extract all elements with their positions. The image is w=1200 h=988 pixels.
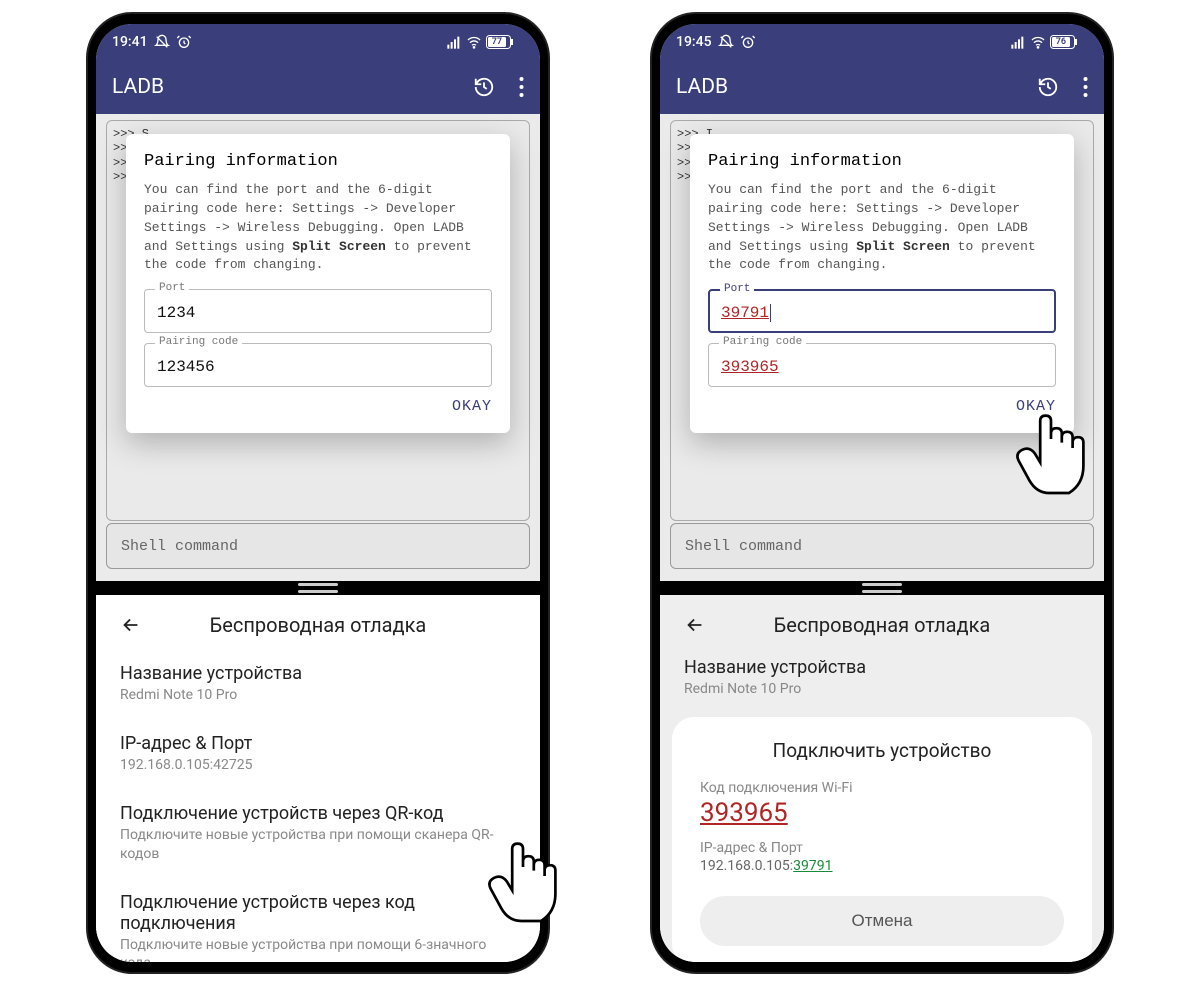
- pairing-dialog: Pairing information You can find the por…: [690, 134, 1074, 433]
- pairing-dialog: Pairing information You can find the por…: [126, 134, 510, 433]
- screen-left: 19:41 77 LADB >>> S: [96, 24, 540, 962]
- signal-icon: [446, 34, 462, 50]
- ip-port-label: IP-адрес & Порт: [120, 733, 516, 754]
- shell-command-input[interactable]: Shell command: [670, 523, 1094, 569]
- wifi-icon: [466, 34, 482, 50]
- port-label: Port: [720, 283, 754, 295]
- settings-panel: Беспроводная отладка Название устройства…: [660, 595, 1104, 962]
- pair-code-item[interactable]: Подключение устройств через код подключе…: [96, 878, 540, 962]
- signal-icon: [1010, 34, 1026, 50]
- pair-code-sub: Подключите новые устройства при помощи 6…: [120, 936, 516, 962]
- ip-port-label: IP-адрес & Порт: [700, 840, 1064, 856]
- settings-title: Беспроводная отладка: [684, 613, 1080, 637]
- dialog-body: You can find the port and the 6-digit pa…: [144, 181, 492, 275]
- connect-title: Подключить устройство: [700, 739, 1064, 762]
- app-title: LADB: [112, 75, 164, 99]
- pair-qr-sub: Подключите новые устройства при помощи с…: [120, 826, 516, 864]
- pairing-code-input[interactable]: 123456: [157, 358, 479, 376]
- device-name-label: Название устройства: [684, 657, 1080, 678]
- pairing-code-fieldset: Pairing code 123456: [144, 343, 492, 387]
- shell-placeholder: Shell command: [121, 538, 238, 555]
- history-icon[interactable]: [1037, 76, 1059, 98]
- settings-panel: Беспроводная отладка Название устройства…: [96, 595, 540, 962]
- ladb-panel: >>> S >>> I >>> V >>> I Shell command Pa…: [96, 114, 540, 581]
- cancel-button[interactable]: Отмена: [700, 896, 1064, 946]
- app-bar: LADB: [660, 60, 1104, 114]
- split-screen-divider[interactable]: [660, 581, 1104, 595]
- more-vert-icon[interactable]: [519, 76, 524, 98]
- port-label: Port: [155, 282, 189, 294]
- settings-title: Беспроводная отладка: [120, 613, 516, 637]
- wifi-code-label: Код подключения Wi-Fi: [700, 780, 1064, 796]
- notification-off-icon: [718, 34, 734, 50]
- port-input[interactable]: 1234: [157, 304, 479, 322]
- device-name-label: Название устройства: [120, 663, 516, 684]
- pair-qr-item[interactable]: Подключение устройств через QR-код Подкл…: [96, 789, 540, 878]
- status-bar: 19:45 76: [660, 24, 1104, 60]
- phone-frame-right: 19:45 76 LADB >>> I: [652, 14, 1112, 972]
- alarm-icon: [176, 34, 192, 50]
- connect-device-card: Подключить устройство Код подключения Wi…: [672, 717, 1092, 962]
- device-name-item[interactable]: Название устройства Redmi Note 10 Pro: [96, 649, 540, 719]
- ip-port-item[interactable]: IP-адрес & Порт 192.168.0.105:42725: [96, 719, 540, 789]
- okay-button[interactable]: OKAY: [1016, 398, 1056, 415]
- ip-port-value: 192.168.0.105:39791: [700, 858, 1064, 874]
- dialog-body: You can find the port and the 6-digit pa…: [708, 181, 1056, 275]
- pairing-code-fieldset: Pairing code 393965: [708, 343, 1056, 387]
- device-name-value: Redmi Note 10 Pro: [120, 686, 516, 705]
- port-fieldset: Port 1234: [144, 289, 492, 333]
- battery-text: 77: [492, 37, 502, 47]
- more-vert-icon[interactable]: [1083, 76, 1088, 98]
- text-cursor: [770, 304, 771, 322]
- port-number: 39791: [793, 858, 832, 874]
- pairing-code-label: Pairing code: [719, 336, 806, 348]
- phone-frame-left: 19:41 77 LADB >>> S: [88, 14, 548, 972]
- status-bar: 19:41 77: [96, 24, 540, 60]
- ip-port-value: 192.168.0.105:42725: [120, 756, 516, 775]
- shell-placeholder: Shell command: [685, 538, 802, 555]
- clock-text: 19:45: [676, 34, 712, 50]
- device-name-item[interactable]: Название устройства Redmi Note 10 Pro: [660, 649, 1104, 707]
- split-screen-divider[interactable]: [96, 581, 540, 595]
- notification-off-icon: [154, 34, 170, 50]
- app-title: LADB: [676, 75, 728, 99]
- alarm-icon: [740, 34, 756, 50]
- wifi-icon: [1030, 34, 1046, 50]
- screen-right: 19:45 76 LADB >>> I: [660, 24, 1104, 962]
- shell-command-input[interactable]: Shell command: [106, 523, 530, 569]
- device-name-value: Redmi Note 10 Pro: [684, 680, 1080, 699]
- app-bar: LADB: [96, 60, 540, 114]
- battery-indicator: 77: [486, 35, 524, 49]
- pairing-code-input[interactable]: 393965: [721, 358, 1043, 376]
- history-icon[interactable]: [473, 76, 495, 98]
- ladb-panel: >>> I >>> I >>> I >>> I Shell command Pa…: [660, 114, 1104, 581]
- pair-code-label: Подключение устройств через код подключе…: [120, 892, 516, 934]
- pair-qr-label: Подключение устройств через QR-код: [120, 803, 516, 824]
- battery-text: 76: [1056, 37, 1066, 47]
- pairing-code-label: Pairing code: [155, 336, 242, 348]
- okay-button[interactable]: OKAY: [452, 398, 492, 415]
- wifi-code-value: 393965: [700, 798, 1064, 828]
- battery-indicator: 76: [1050, 35, 1088, 49]
- port-fieldset: Port 39791: [708, 289, 1056, 333]
- clock-text: 19:41: [112, 34, 148, 50]
- dialog-title: Pairing information: [144, 152, 492, 171]
- port-input[interactable]: 39791: [721, 304, 769, 322]
- dialog-title: Pairing information: [708, 152, 1056, 171]
